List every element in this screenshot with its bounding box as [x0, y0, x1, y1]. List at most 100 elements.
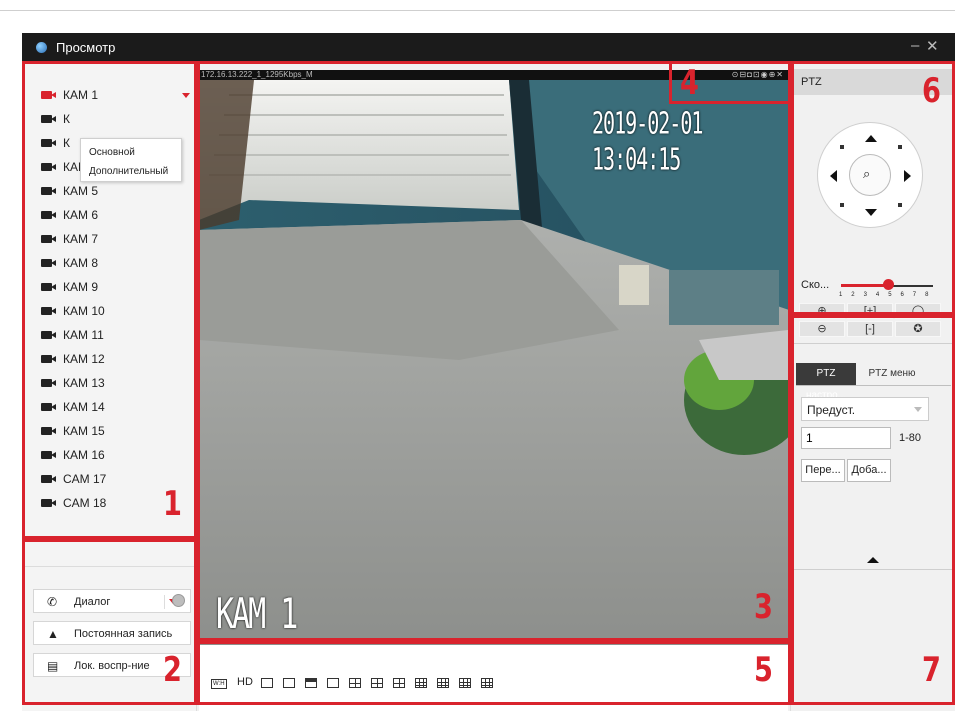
camera-list-item[interactable]: КАМ 12: [22, 347, 197, 371]
camera-list-item[interactable]: КАМ 6: [22, 203, 197, 227]
record-label: Постоянная запись: [74, 628, 173, 640]
annotation-number-3: 3: [754, 587, 773, 627]
ptz-title: PTZ: [801, 76, 822, 88]
video-viewport[interactable]: 172.16.13.222_1_1295Kbps_M ⊙⊟◘⊡◉⊕✕ 2019-…: [199, 70, 788, 645]
goto-preset-button[interactable]: Пере...: [801, 459, 845, 482]
camera-label: КАМ 14: [63, 400, 105, 414]
film-icon: ▤: [47, 659, 59, 673]
camera-label: КАМ 12: [63, 352, 105, 366]
camera-icon: [41, 259, 56, 267]
ptz-upleft-arrow[interactable]: [840, 145, 844, 149]
aspect-ratio-button[interactable]: W:H: [211, 679, 227, 689]
camera-list-item[interactable]: КАМ 14: [22, 395, 197, 419]
layout-1-icon[interactable]: [327, 678, 339, 688]
ptz-downright-arrow[interactable]: [898, 203, 902, 207]
ptz-left-arrow[interactable]: [830, 170, 837, 182]
close-button[interactable]: ✕: [926, 37, 939, 55]
camera-list-item[interactable]: КАМ 13: [22, 371, 197, 395]
ptz-upright-arrow[interactable]: [898, 145, 902, 149]
speed-tick: 5: [888, 292, 892, 298]
collapse-separator: [791, 569, 955, 570]
speed-tick: 6: [900, 292, 904, 298]
app-icon: [36, 42, 47, 53]
annotation-number-2: 2: [163, 650, 182, 690]
camera-label: КАМ 11: [63, 328, 104, 342]
camera-list-item[interactable]: КАМ 8: [22, 251, 197, 275]
ptz-center-zoom[interactable]: ⌕: [849, 154, 891, 196]
focus-near-button[interactable]: [+]: [847, 303, 893, 319]
ptz-down-arrow[interactable]: [865, 209, 877, 216]
camera-list-item[interactable]: КАМ 9: [22, 275, 197, 299]
layout-4-icon[interactable]: [349, 678, 361, 688]
dialog-button[interactable]: ✆ Диалог: [33, 589, 191, 613]
camera-list-item[interactable]: К: [22, 107, 197, 131]
continuous-record-button[interactable]: ▲ Постоянная запись: [33, 621, 191, 645]
camera-list-item[interactable]: КАМ 7: [22, 227, 197, 251]
video-tool-icons[interactable]: ⊙⊟◘⊡◉⊕✕: [732, 70, 784, 79]
video-timestamp: 2019-02-01 13:04:15: [592, 105, 703, 177]
camera-list-item[interactable]: КАМ 1: [22, 83, 197, 107]
camera-list-item[interactable]: КАМ 15: [22, 419, 197, 443]
stream-extra-option[interactable]: Дополнительный: [89, 166, 168, 177]
ptz-right-arrow[interactable]: [904, 170, 911, 182]
preset-select[interactable]: Предуст.: [801, 397, 929, 421]
stream-main-option[interactable]: Основной: [89, 147, 135, 158]
stream-menu: Основной Дополнительный: [80, 138, 182, 182]
speed-tick: 3: [863, 292, 867, 298]
speed-slider-fill: [841, 284, 888, 287]
ptz-separator: [791, 343, 955, 344]
ptz-up-arrow[interactable]: [865, 135, 877, 142]
camera-label: КАМ 9: [63, 280, 98, 294]
fullscreen-icon[interactable]: [283, 678, 295, 688]
camera-list-item[interactable]: КАМ 16: [22, 443, 197, 467]
camera-label: КАМ 10: [63, 304, 105, 318]
zoom-in-button[interactable]: ⊕: [799, 303, 845, 319]
annotation-number-7: 7: [922, 650, 941, 690]
collapse-arrow-icon[interactable]: [867, 557, 879, 563]
panel-separator: [22, 566, 197, 567]
layout-6-icon[interactable]: [371, 678, 383, 688]
title-bar: Просмотр – ✕: [22, 33, 955, 61]
camera-icon: [41, 91, 56, 99]
tab-ptz-settings[interactable]: PTZ настро...: [796, 363, 856, 401]
annotation-number-5: 5: [754, 650, 773, 690]
focus-far-button[interactable]: [-]: [847, 321, 893, 337]
ptz-panel: PTZ ⌕ Ско... 1 2 3 4 5 6 7 8 ⊕ [+] ◯ ⊖ [-] ✪ PT…: [790, 61, 955, 711]
layout-13-icon[interactable]: [437, 678, 449, 688]
ptz-downleft-arrow[interactable]: [840, 203, 844, 207]
single-view-icon[interactable]: [305, 678, 317, 688]
add-preset-button[interactable]: Доба...: [847, 459, 891, 482]
video-camera-name: КАМ 1: [216, 590, 298, 639]
iris-close-button[interactable]: ✪: [895, 321, 941, 337]
camera-list-item[interactable]: КАМ 5: [22, 179, 197, 203]
fluency-icon[interactable]: [261, 678, 273, 688]
speed-tick: 8: [925, 292, 929, 298]
layout-8-icon[interactable]: [393, 678, 405, 688]
camera-label: КАМ 1: [63, 88, 98, 102]
camera-list-item[interactable]: КАМ 11: [22, 323, 197, 347]
view-toolbar: W:H HD: [199, 645, 788, 711]
minimize-button[interactable]: –: [911, 37, 919, 54]
camera-label: КАМ 15: [63, 424, 105, 438]
tab-ptz-menu[interactable]: PTZ меню: [862, 363, 922, 385]
tab-underline: [796, 385, 951, 386]
layout-9-icon[interactable]: [415, 678, 427, 688]
speed-slider-handle[interactable]: [882, 279, 894, 290]
camera-icon: [41, 187, 56, 195]
camera-label: КАМ 8: [63, 256, 98, 270]
preset-number-input[interactable]: [801, 427, 891, 449]
layout-25-icon[interactable]: [481, 678, 493, 688]
video-info-bar: 172.16.13.222_1_1295Kbps_M ⊙⊟◘⊡◉⊕✕: [199, 70, 788, 80]
camera-icon: [41, 475, 56, 483]
speed-label: Ско...: [801, 279, 830, 291]
ptz-joystick[interactable]: ⌕: [817, 122, 923, 228]
iris-open-button[interactable]: ◯: [895, 303, 941, 319]
layout-16-icon[interactable]: [459, 678, 471, 688]
stream-dropdown-caret[interactable]: [182, 93, 190, 98]
zoom-out-button[interactable]: ⊖: [799, 321, 845, 337]
camera-label: К: [63, 136, 70, 150]
camera-icon: [41, 427, 56, 435]
window-title: Просмотр: [56, 40, 116, 55]
hd-button[interactable]: HD: [237, 676, 253, 688]
camera-list-item[interactable]: КАМ 10: [22, 299, 197, 323]
